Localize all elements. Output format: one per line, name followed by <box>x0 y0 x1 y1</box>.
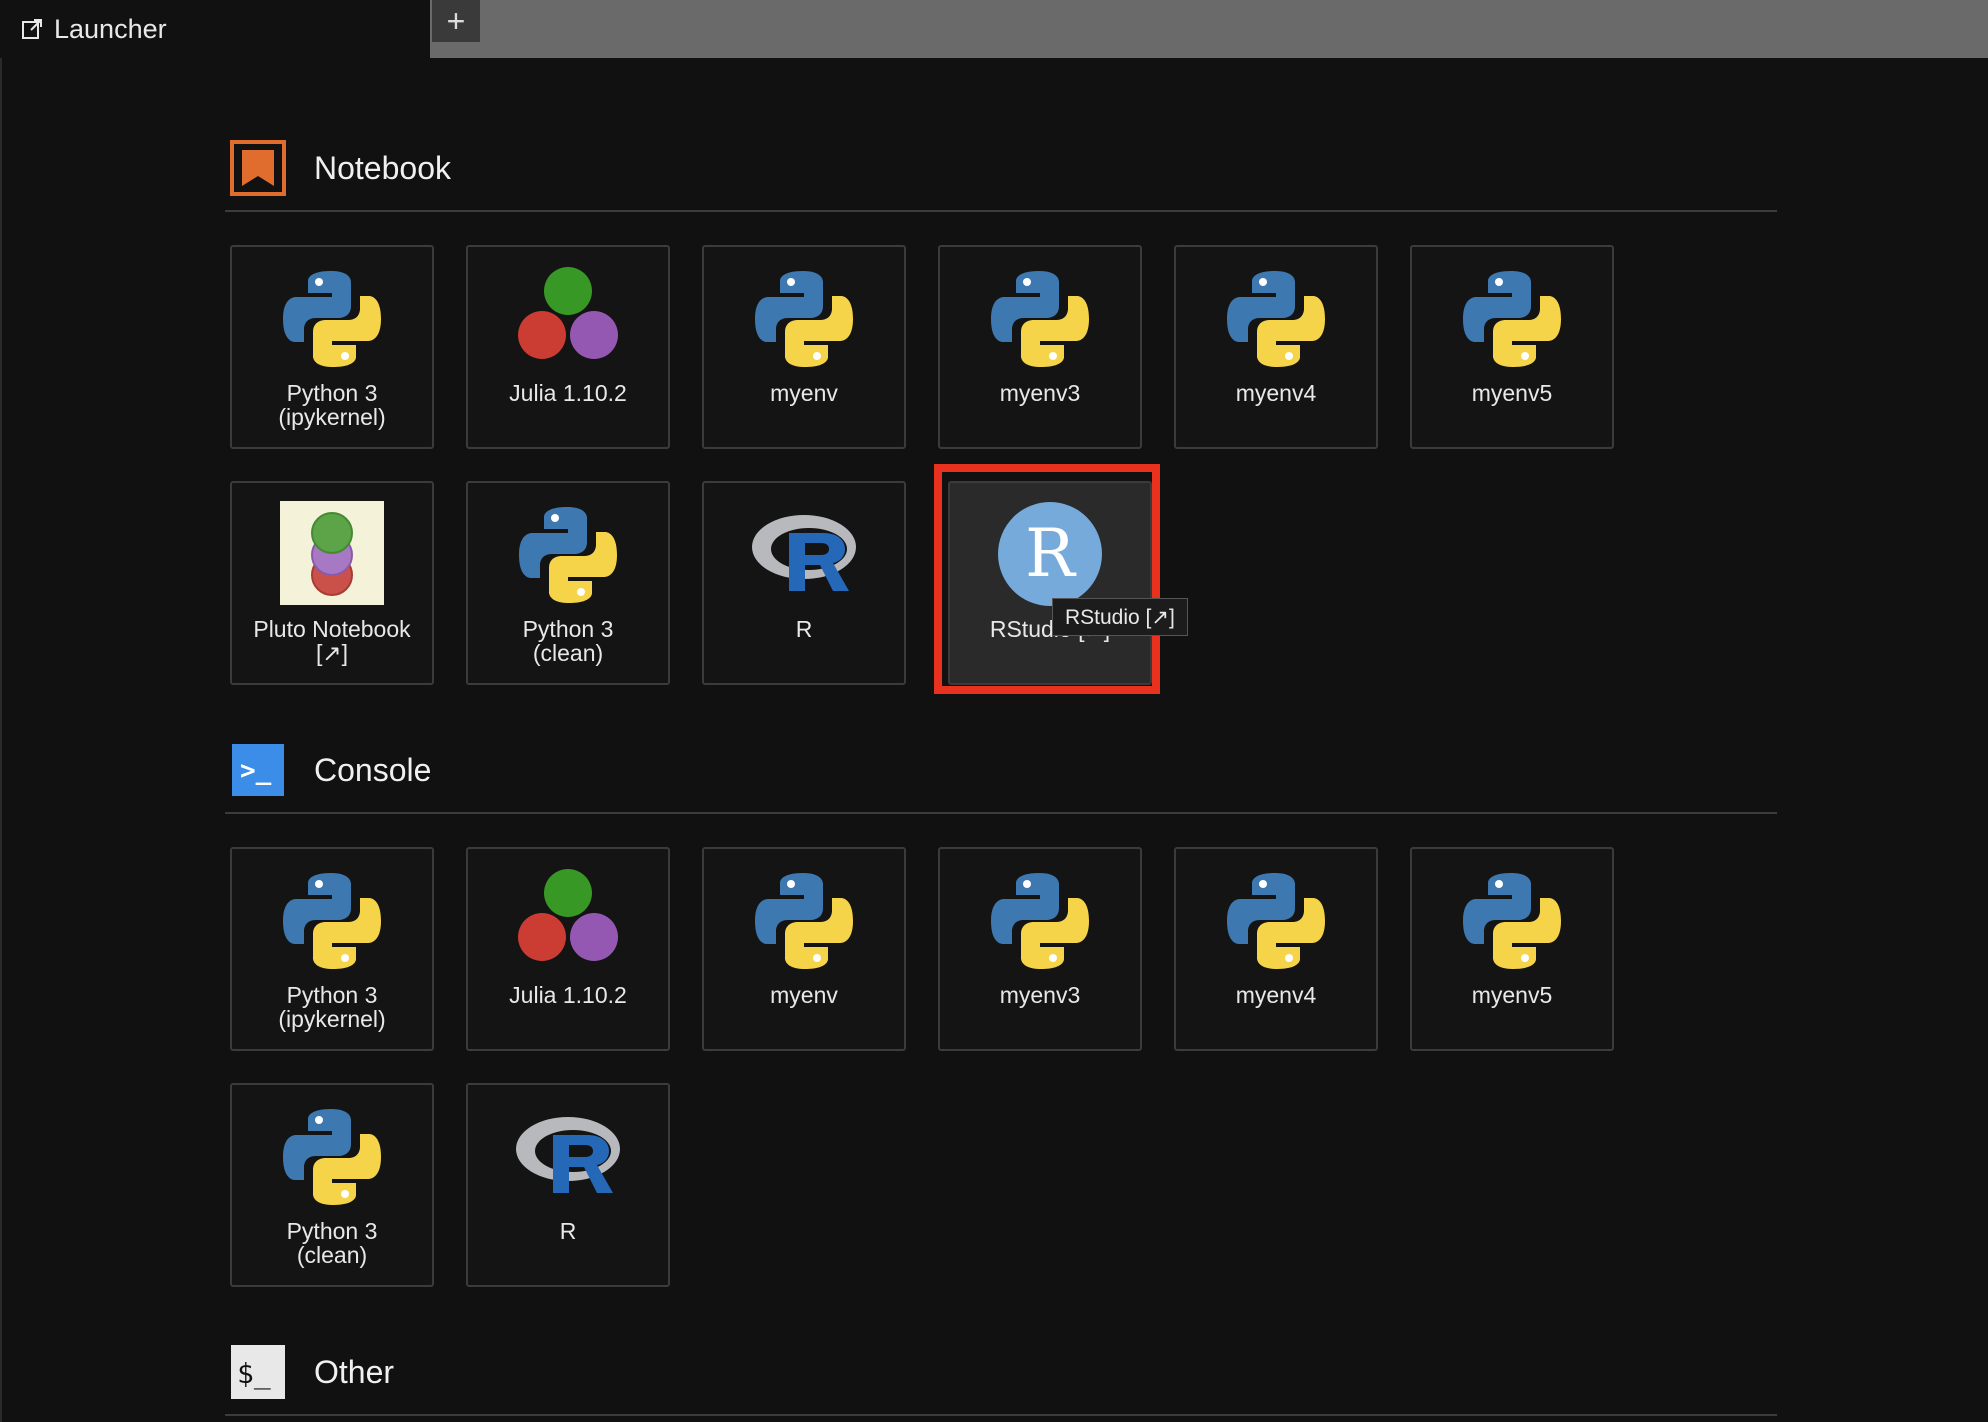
python-logo-icon <box>277 263 387 373</box>
card-console-julia[interactable]: Julia 1.10.2 <box>466 847 670 1051</box>
highlight-box <box>934 464 1160 694</box>
card-console-myenv3[interactable]: myenv3 <box>938 847 1142 1051</box>
tooltip: RStudio [↗] <box>1052 598 1188 636</box>
r-logo-icon <box>749 499 859 609</box>
card-label: myenv4 <box>1235 380 1317 406</box>
python-logo-icon <box>1457 865 1567 975</box>
terminal-icon: $_ <box>230 1344 286 1400</box>
julia-logo-icon <box>513 263 623 373</box>
card-label: Python 3 (clean) <box>522 616 614 666</box>
card-notebook-myenv[interactable]: myenv <box>702 245 906 449</box>
notebook-icon <box>230 140 286 196</box>
card-label: myenv4 <box>1235 982 1317 1008</box>
card-label: Python 3 (clean) <box>286 1218 378 1268</box>
panel-edge <box>0 58 2 1422</box>
tab-launcher[interactable]: Launcher <box>0 0 430 58</box>
python-logo-icon <box>985 865 1095 975</box>
section-other-header: $_ Other <box>230 1344 394 1400</box>
section-title: Other <box>314 1353 395 1390</box>
python-logo-icon <box>277 865 387 975</box>
console-icon: >_ <box>230 742 286 798</box>
r-logo-icon <box>513 1101 623 1211</box>
divider <box>225 1414 1777 1416</box>
python-logo-icon <box>1221 263 1331 373</box>
card-label: Python 3 (ipykernel) <box>278 982 386 1032</box>
card-label: myenv5 <box>1471 380 1553 406</box>
section-notebook-header: Notebook <box>230 140 451 196</box>
launch-icon <box>20 17 44 41</box>
tab-label: Launcher <box>54 13 167 44</box>
python-logo-icon <box>1221 865 1331 975</box>
python-logo-icon <box>749 865 859 975</box>
card-notebook-julia[interactable]: Julia 1.10.2 <box>466 245 670 449</box>
pluto-logo-icon <box>280 501 384 605</box>
card-notebook-myenv3[interactable]: myenv3 <box>938 245 1142 449</box>
card-console-myenv5[interactable]: myenv5 <box>1410 847 1614 1051</box>
terminal-icon-text: $_ <box>237 1357 271 1391</box>
section-title: Notebook <box>314 149 451 186</box>
tab-bar: Launcher + <box>0 0 1988 58</box>
divider <box>225 812 1777 814</box>
card-console-r[interactable]: R <box>466 1083 670 1287</box>
card-label: Python 3 (ipykernel) <box>278 380 386 430</box>
console-icon-text: >_ <box>240 756 272 786</box>
card-notebook-python3-clean[interactable]: Python 3 (clean) <box>466 481 670 685</box>
new-tab-button[interactable]: + <box>432 0 480 42</box>
section-title: Console <box>314 751 432 788</box>
card-label: R <box>559 1218 577 1244</box>
card-notebook-r[interactable]: R <box>702 481 906 685</box>
python-logo-icon <box>749 263 859 373</box>
card-label: Pluto Notebook [↗] <box>253 616 411 666</box>
card-notebook-myenv4[interactable]: myenv4 <box>1174 245 1378 449</box>
julia-logo-icon <box>513 865 623 975</box>
card-console-myenv4[interactable]: myenv4 <box>1174 847 1378 1051</box>
card-label: myenv5 <box>1471 982 1553 1008</box>
card-console-python3-clean[interactable]: Python 3 (clean) <box>230 1083 434 1287</box>
section-console-header: >_ Console <box>230 742 431 798</box>
card-console-myenv[interactable]: myenv <box>702 847 906 1051</box>
card-label: myenv <box>770 982 838 1008</box>
card-label: myenv3 <box>999 982 1081 1008</box>
card-console-python3-ipykernel[interactable]: Python 3 (ipykernel) <box>230 847 434 1051</box>
card-label: Julia 1.10.2 <box>509 982 627 1008</box>
card-notebook-myenv5[interactable]: myenv5 <box>1410 245 1614 449</box>
python-logo-icon <box>277 1101 387 1211</box>
card-notebook-pluto[interactable]: Pluto Notebook [↗] <box>230 481 434 685</box>
python-logo-icon <box>985 263 1095 373</box>
card-label: R <box>795 616 813 642</box>
card-label: Julia 1.10.2 <box>509 380 627 406</box>
card-notebook-python3-ipykernel[interactable]: Python 3 (ipykernel) <box>230 245 434 449</box>
divider <box>225 210 1777 212</box>
card-label: myenv <box>770 380 838 406</box>
python-logo-icon <box>1457 263 1567 373</box>
python-logo-icon <box>513 499 623 609</box>
card-label: myenv3 <box>999 380 1081 406</box>
